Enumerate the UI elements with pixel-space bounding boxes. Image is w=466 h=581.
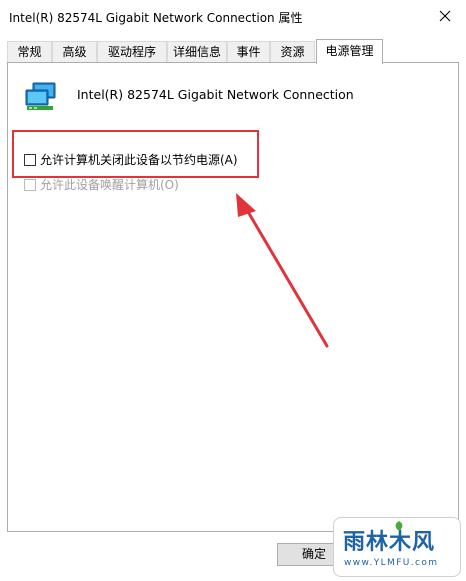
allow-power-off-checkbox[interactable] [24, 153, 36, 166]
allow-power-off-option[interactable]: 允许计算机关闭此设备以节约电源(A) [24, 151, 238, 167]
tab-events[interactable]: 事件 [227, 41, 270, 62]
watermark-brand: 雨林木风 [343, 530, 436, 555]
network-adapter-icon [25, 82, 56, 110]
watermark-logo: 雨林木风 www.YLMFU.com [333, 517, 461, 577]
allow-wake-option: 允许此设备唤醒计算机(O) [24, 176, 179, 192]
allow-power-off-label: 允许计算机关闭此设备以节约电源(A) [40, 153, 238, 167]
tab-power-management[interactable]: 电源管理 [316, 39, 383, 64]
leaf-icon [395, 521, 403, 531]
tab-general[interactable]: 常规 [7, 41, 52, 62]
device-name: Intel(R) 82574L Gigabit Network Connecti… [77, 87, 354, 102]
tab-strip: 常规 高级 驱动程序 详细信息 事件 资源 电源管理 [7, 39, 459, 64]
tab-details[interactable]: 详细信息 [167, 41, 227, 62]
tab-advanced[interactable]: 高级 [52, 41, 97, 62]
tab-resources[interactable]: 资源 [270, 41, 315, 62]
close-button[interactable] [432, 4, 458, 28]
allow-wake-label: 允许此设备唤醒计算机(O) [40, 178, 179, 192]
watermark-url: www.YLMFU.com [344, 558, 439, 568]
close-icon [439, 10, 451, 22]
tab-driver[interactable]: 驱动程序 [97, 41, 167, 62]
title-bar[interactable]: Intel(R) 82574L Gigabit Network Connecti… [0, 0, 466, 33]
allow-wake-checkbox [24, 178, 36, 191]
properties-dialog: Intel(R) 82574L Gigabit Network Connecti… [0, 0, 466, 581]
window-title: Intel(R) 82574L Gigabit Network Connecti… [9, 11, 303, 25]
